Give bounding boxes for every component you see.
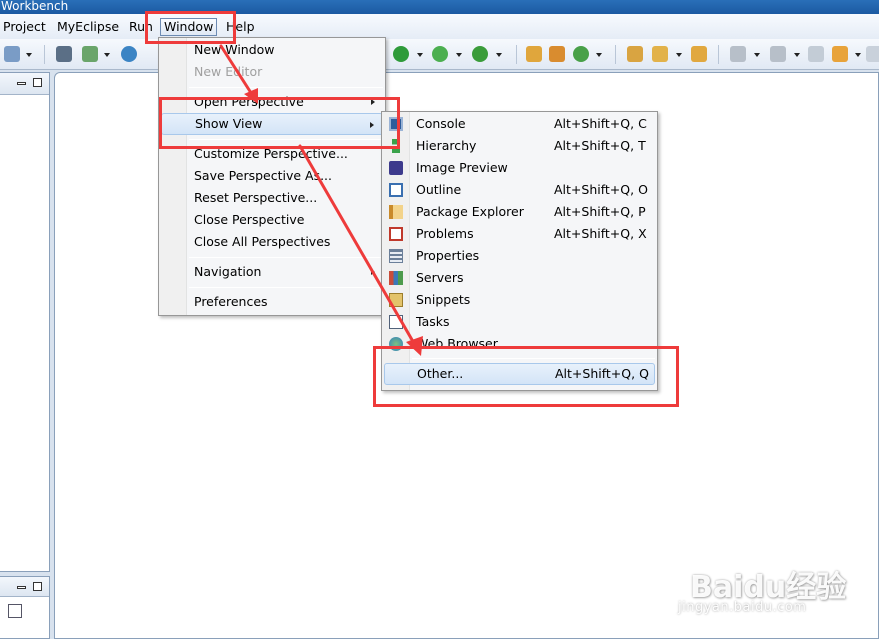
- baidu-watermark: Baidu经验 jingyan.baidu.com: [672, 546, 872, 626]
- annotation-arrow-to-show-view: [219, 44, 255, 98]
- watermark-url: jingyan.baidu.com: [678, 600, 807, 615]
- annotation-arrowhead: [406, 336, 423, 356]
- annotation-arrows: [219, 44, 423, 356]
- annotation-arrow-to-other: [298, 144, 417, 347]
